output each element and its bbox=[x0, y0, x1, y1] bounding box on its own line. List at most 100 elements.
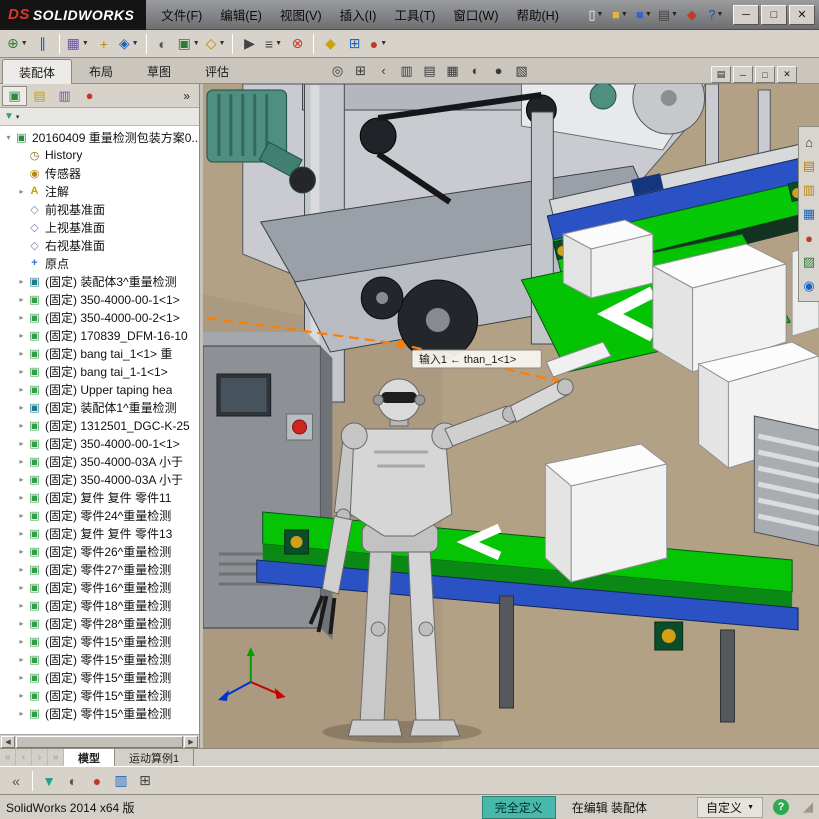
instant3d-button[interactable]: ◆ bbox=[318, 33, 342, 55]
tab-assembly[interactable]: 装配体 bbox=[2, 59, 73, 84]
tree-item[interactable]: ◷ History bbox=[0, 146, 199, 164]
next-tab-button[interactable]: › bbox=[32, 749, 48, 766]
tab-layout[interactable]: 布局 bbox=[72, 58, 130, 83]
maximize-button[interactable]: □ bbox=[761, 4, 787, 25]
assembly-features-button[interactable]: ▣ ▼ bbox=[175, 33, 203, 55]
tree-item[interactable]: ▸ ▣ (固定) 零件15^重量检测 bbox=[0, 650, 199, 668]
last-tab-button[interactable]: » bbox=[48, 749, 64, 766]
tree-item[interactable]: ▸ ▣ (固定) 1312501_DGC-K-25 bbox=[0, 416, 199, 434]
zoom-area-icon[interactable]: ⊞ bbox=[349, 61, 372, 81]
tree-item[interactable]: ▸ ▣ (固定) bang tai_1-1<1> bbox=[0, 362, 199, 380]
tree-item[interactable]: ◇ 右视基准面 bbox=[0, 236, 199, 254]
status-help-icon[interactable]: ? bbox=[773, 799, 789, 815]
tab-model[interactable]: 模型 bbox=[64, 749, 115, 766]
filter-row[interactable]: ▼ ▾ bbox=[0, 108, 199, 126]
zoom-fit-icon[interactable]: ◎ bbox=[326, 61, 349, 81]
new-document-icon[interactable]: ▯ ▼ bbox=[584, 5, 608, 25]
tree-item[interactable]: ▸ ▣ (固定) 复件 复件 零件13 bbox=[0, 524, 199, 542]
display-style-icon[interactable]: ▦ bbox=[441, 61, 464, 81]
save-icon[interactable]: ■ ▼ bbox=[632, 5, 656, 25]
tree-item[interactable]: ▸ ▣ (固定) 零件16^重量检测 bbox=[0, 578, 199, 596]
displaymanager-tab[interactable]: ● bbox=[77, 86, 102, 106]
appearances-scenes-icon[interactable]: ● bbox=[800, 226, 819, 250]
menu-edit[interactable]: 编辑(E) bbox=[211, 0, 271, 29]
tree-item[interactable]: ◇ 上视基准面 bbox=[0, 218, 199, 236]
tree-item[interactable]: ▸ ▣ (固定) 零件15^重量检测 bbox=[0, 632, 199, 650]
viewport-3d-scene[interactable]: 输入1 ← than_1<1> bbox=[203, 84, 819, 748]
prev-tab-button[interactable]: ‹ bbox=[16, 749, 32, 766]
solidworks-cube-icon[interactable]: ◆ bbox=[680, 5, 704, 25]
tree-item[interactable]: ▸ ▣ (固定) 零件18^重量检测 bbox=[0, 596, 199, 614]
scroll-thumb[interactable] bbox=[16, 735, 183, 748]
smart-fasteners-button[interactable]: + bbox=[92, 33, 116, 55]
apply-scene-icon[interactable]: ▧ bbox=[510, 61, 533, 81]
tree-item[interactable]: ▸ ▣ (固定) 零件15^重量检测 bbox=[0, 668, 199, 686]
grid-icon[interactable]: ⊞ bbox=[133, 770, 157, 792]
hide-types-icon[interactable]: ◐ bbox=[61, 770, 85, 792]
section-icon[interactable]: ▥ bbox=[109, 770, 133, 792]
tree-item[interactable]: + 原点 bbox=[0, 254, 199, 272]
tab-evaluate[interactable]: 评估 bbox=[188, 58, 246, 83]
tree-item[interactable]: ▸ ▣ (固定) 零件28^重量检测 bbox=[0, 614, 199, 632]
help-icon[interactable]: ? ▼ bbox=[704, 5, 728, 25]
tree-item[interactable]: ▸ ▣ (固定) 装配体3^重量检测 bbox=[0, 272, 199, 290]
tree-item[interactable]: ▸ ▣ (固定) 170839_DFM-16-10 bbox=[0, 326, 199, 344]
open-document-icon[interactable]: ■ ▼ bbox=[608, 5, 632, 25]
home-icon[interactable]: ⌂ bbox=[800, 130, 819, 154]
tree-item[interactable]: ▸ ▣ (固定) 复件 复件 零件11 bbox=[0, 488, 199, 506]
view-palette-icon[interactable]: ▦ bbox=[800, 202, 819, 226]
panel-scrollbar[interactable]: ◀ ▶ bbox=[0, 734, 199, 748]
doc-minimize-button[interactable]: ─ bbox=[733, 66, 753, 83]
tree-item[interactable]: ▸ ▣ (固定) 装配体1^重量检测 bbox=[0, 398, 199, 416]
move-component-button[interactable]: ◈ ▼ bbox=[116, 33, 142, 55]
tab-sketch[interactable]: 草图 bbox=[130, 58, 188, 83]
tree-item[interactable]: ▸ ▣ (固定) 350-4000-00-2<1> bbox=[0, 308, 199, 326]
first-tab-button[interactable]: « bbox=[0, 749, 16, 766]
edit-appearance-icon[interactable]: ● bbox=[487, 61, 510, 81]
scroll-left-button[interactable]: ◀ bbox=[1, 735, 15, 748]
show-hidden-components-button[interactable]: ◐ bbox=[151, 33, 175, 55]
tree-item[interactable]: ▸ ▣ (固定) 零件15^重量检测 bbox=[0, 704, 199, 722]
hide-show-items-icon[interactable]: ◐ bbox=[464, 61, 487, 81]
tree-item[interactable]: ▸ ▣ (固定) 350-4000-03A 小于 bbox=[0, 452, 199, 470]
tab-motion-study[interactable]: 运动算例1 bbox=[115, 749, 195, 766]
custom-properties-icon[interactable]: ▨ bbox=[800, 250, 819, 274]
new-motion-study-button[interactable]: ▶ bbox=[237, 33, 261, 55]
panel-overflow-button[interactable]: » bbox=[176, 89, 197, 103]
mate-button[interactable]: ∥ bbox=[31, 33, 55, 55]
doc-menu-icon[interactable]: ▤ bbox=[711, 66, 731, 83]
edit-color-icon[interactable]: ● bbox=[85, 770, 109, 792]
custom-dropdown[interactable]: 自定义 ▼ bbox=[697, 796, 763, 818]
print-icon[interactable]: ▤ ▼ bbox=[656, 5, 680, 25]
menu-window[interactable]: 窗口(W) bbox=[444, 0, 507, 29]
menu-view[interactable]: 视图(V) bbox=[271, 0, 331, 29]
menu-file[interactable]: 文件(F) bbox=[152, 0, 211, 29]
propertymanager-tab[interactable]: ▤ bbox=[27, 86, 52, 106]
tree-item[interactable]: ▸ ▣ (固定) 350-4000-03A 小于 bbox=[0, 470, 199, 488]
configurationmanager-tab[interactable]: ▥ bbox=[52, 86, 77, 106]
featuremanager-tab[interactable]: ▣ bbox=[2, 85, 27, 106]
tree-item[interactable]: ▸ ▣ (固定) 350-4000-00-1<1> bbox=[0, 290, 199, 308]
collapse-button[interactable]: « bbox=[4, 770, 28, 792]
minimize-button[interactable]: ─ bbox=[733, 4, 759, 25]
interference-detection-button[interactable]: ⊞ bbox=[342, 33, 366, 55]
file-explorer-icon[interactable]: ▥ bbox=[800, 178, 819, 202]
viewport[interactable]: 输入1 ← than_1<1> ⌂ ▤ ▥ ▦ ● ▨ ◉ bbox=[203, 84, 819, 748]
bill-of-materials-button[interactable]: ≡ ▼ bbox=[261, 33, 285, 55]
linear-component-pattern-button[interactable]: ▦ ▼ bbox=[64, 33, 92, 55]
tree-item[interactable]: ▸ ▣ (固定) 零件27^重量检测 bbox=[0, 560, 199, 578]
doc-restore-button[interactable]: □ bbox=[755, 66, 775, 83]
tree-item[interactable]: ▸ ▣ (固定) 零件26^重量检测 bbox=[0, 542, 199, 560]
scroll-right-button[interactable]: ▶ bbox=[184, 735, 198, 748]
exploded-view-button[interactable]: ⊗ bbox=[285, 33, 309, 55]
filter-toggle-icon[interactable]: ▼ bbox=[37, 770, 61, 792]
doc-close-button[interactable]: ✕ bbox=[777, 66, 797, 83]
tree-item[interactable]: ◇ 前视基准面 bbox=[0, 200, 199, 218]
tree-item[interactable]: ▸ ▣ (固定) 零件15^重量检测 bbox=[0, 686, 199, 704]
tree-item[interactable]: ▾ ▣ 20160409 重量检测包装方案0... bbox=[0, 128, 199, 146]
tree-item[interactable]: ▸ ▣ (固定) bang tai_1<1> 重 bbox=[0, 344, 199, 362]
menu-tools[interactable]: 工具(T) bbox=[385, 0, 444, 29]
tree-item[interactable]: ▸ ▣ (固定) Upper taping hea bbox=[0, 380, 199, 398]
section-view-icon[interactable]: ▥ bbox=[395, 61, 418, 81]
reference-geometry-button[interactable]: ◇ ▼ bbox=[203, 33, 229, 55]
